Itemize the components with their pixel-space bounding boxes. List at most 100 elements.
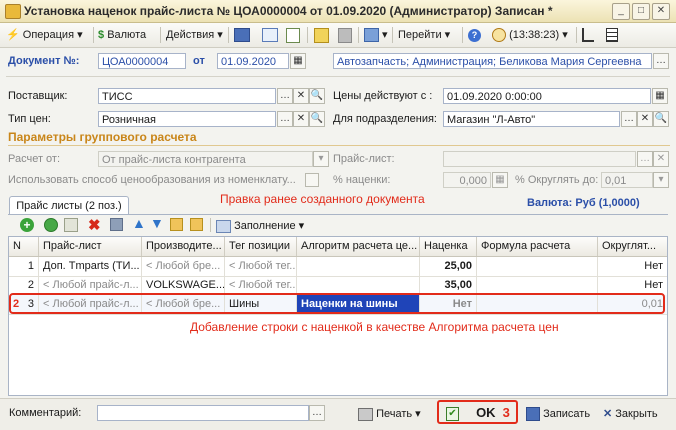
chevron-down-icon[interactable]: ▾ [653, 172, 669, 188]
structure-button[interactable]: ▾ [364, 26, 388, 44]
goto-label: Перейти [398, 29, 442, 41]
ok-label: OK [476, 405, 496, 420]
organization-field[interactable]: Автозапчасть; Администрация; Беликова Ма… [333, 53, 652, 69]
chevron-down-icon[interactable]: ▾ [313, 151, 329, 167]
delete-row-icon[interactable]: ✖ [88, 216, 101, 234]
close-button[interactable]: ✕ Закрыть [603, 407, 658, 420]
minimize-icon[interactable]: _ [612, 3, 630, 20]
list-icon[interactable] [606, 26, 618, 44]
column-header[interactable]: Округлят... [598, 237, 667, 256]
tab-pricelists[interactable]: Прайс листы (2 поз.) [9, 196, 129, 215]
attach-icon[interactable] [338, 26, 352, 44]
markup-cell[interactable]: 25,00 [420, 257, 477, 276]
print-doc-icon[interactable] [314, 26, 329, 44]
goto-button[interactable]: Перейти ▾ [398, 26, 450, 44]
toolbar-divider [392, 27, 393, 43]
operation-button[interactable]: ⚡ Операция ▾ [6, 26, 83, 44]
calendar-icon[interactable]: ▦ [652, 88, 668, 104]
ok-button[interactable]: ✔ OK 3 [446, 405, 510, 422]
clear-icon[interactable]: ✕ [653, 151, 669, 167]
round-cell[interactable]: Нет [598, 257, 667, 276]
prices-from-field[interactable]: 01.09.2020 0:00:00 [443, 88, 651, 104]
post-icon[interactable] [262, 26, 278, 44]
select-button[interactable]: … [277, 88, 293, 104]
edit-annotation: Правка ранее созданного документа [220, 192, 425, 206]
fill-label: Заполнение [234, 220, 296, 232]
maximize-icon[interactable]: □ [632, 3, 650, 20]
currency-label: Валюта [107, 29, 147, 41]
comment-label: Комментарий: [9, 407, 82, 419]
toolbar-divider [358, 27, 359, 43]
doc-date-field[interactable]: 01.09.2020 [217, 53, 289, 69]
select-button[interactable]: … [637, 151, 653, 167]
doc-from-label: от [193, 55, 205, 67]
copy-icon[interactable] [286, 26, 300, 44]
save-button[interactable]: Записать [526, 407, 590, 421]
calc-from-select[interactable]: От прайс-листа контрагента [98, 151, 313, 167]
department-field[interactable]: Магазин "Л-Авто" [443, 111, 620, 127]
lightning-icon: ⚡ [6, 29, 20, 42]
price-type-field[interactable]: Розничная [98, 111, 276, 127]
add-row-annotation: Добавление строки с наценкой в качестве … [190, 320, 559, 334]
fill-button[interactable]: Заполнение ▾ [216, 219, 304, 233]
calendar-icon[interactable]: ▦ [290, 53, 306, 69]
calculator-icon[interactable]: ▦ [492, 172, 508, 188]
toolbar-divider [307, 27, 308, 43]
add-row-icon[interactable]: + [20, 218, 34, 232]
open-icon[interactable]: 🔍 [653, 111, 669, 127]
tag-cell[interactable]: < Любой тег... [225, 257, 297, 276]
currency-info: Валюта: Руб (1,0000) [527, 197, 640, 209]
round-select[interactable]: 0,01 [601, 172, 653, 188]
time-button[interactable]: (13:38:23) ▾ [492, 26, 568, 44]
doc-number-field[interactable]: ЦОА0000004 [98, 53, 186, 69]
move-down-icon[interactable]: ▼ [150, 215, 164, 231]
toolbar-divider [576, 27, 577, 43]
column-header[interactable]: Тег позиции [225, 237, 297, 256]
move-up-icon[interactable]: ▲ [132, 215, 146, 231]
copy-row-icon[interactable] [44, 218, 58, 232]
formula-cell[interactable] [477, 257, 598, 276]
markup-pct-field[interactable]: 0,000 [443, 172, 491, 188]
clear-icon[interactable]: ✕ [637, 111, 653, 127]
save-toolbar-icon[interactable] [234, 26, 250, 44]
comment-field[interactable] [97, 405, 309, 421]
currency-button[interactable]: $ Валюта [98, 26, 146, 44]
select-button[interactable]: … [621, 111, 637, 127]
column-header[interactable]: Производите... [142, 237, 225, 256]
end-edit-icon[interactable] [110, 218, 123, 231]
print-button[interactable]: Печать ▾ [358, 407, 421, 421]
clear-icon[interactable]: ✕ [293, 111, 309, 127]
markup-pct-label: % наценки: [333, 174, 391, 186]
select-button[interactable]: … [309, 405, 325, 421]
pricelist-field[interactable] [443, 151, 636, 167]
clear-icon[interactable]: ✕ [293, 88, 309, 104]
pricelists-table[interactable]: N Прайс-лист Производите... Тег позиции … [8, 236, 668, 396]
tree-icon[interactable] [582, 26, 594, 44]
select-button[interactable]: … [277, 111, 293, 127]
column-header[interactable]: N [9, 237, 39, 256]
actions-label: Действия [166, 29, 215, 41]
algo-cell[interactable] [297, 257, 420, 276]
doc-number-label: Документ №: [8, 55, 80, 67]
price-type-label: Тип цен: [8, 113, 51, 125]
use-method-checkbox[interactable] [305, 173, 319, 187]
column-header[interactable]: Наценка [420, 237, 477, 256]
column-header[interactable]: Алгоритм расчета це... [297, 237, 420, 256]
select-button[interactable]: … [653, 53, 669, 69]
sort-asc-icon[interactable] [170, 218, 183, 231]
divider [8, 145, 670, 146]
edit-row-icon[interactable] [64, 218, 78, 232]
column-header[interactable]: Прайс-лист [39, 237, 142, 256]
help-icon[interactable]: ? [468, 26, 481, 44]
pricelist-cell[interactable]: Доп. Tmparts (ТИ... [39, 257, 142, 276]
actions-button[interactable]: Действия ▾ [166, 26, 223, 44]
column-header[interactable]: Формула расчета [477, 237, 598, 256]
table-row[interactable]: 1 Доп. Tmparts (ТИ... < Любой бре... < Л… [9, 257, 667, 277]
sort-desc-icon[interactable] [190, 218, 203, 231]
close-icon[interactable]: ✕ [652, 3, 670, 20]
open-icon[interactable]: 🔍 [309, 88, 325, 104]
open-icon[interactable]: 🔍 [309, 111, 325, 127]
supplier-field[interactable]: ТИСС [98, 88, 276, 104]
save-icon [526, 407, 540, 421]
maker-cell[interactable]: < Любой бре... [142, 257, 225, 276]
